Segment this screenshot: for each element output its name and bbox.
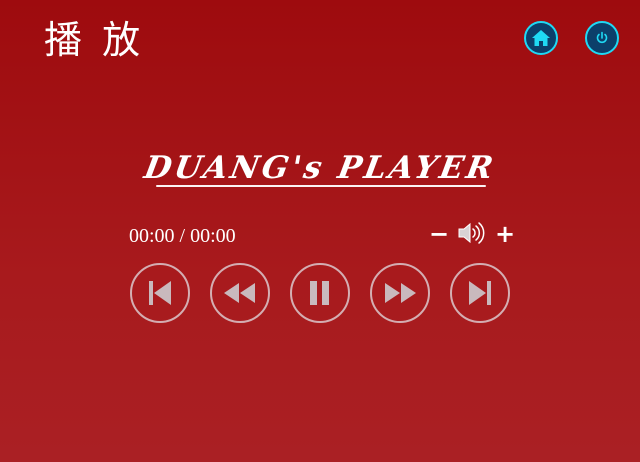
fast-forward-icon bbox=[385, 283, 416, 303]
fast-forward-button[interactable] bbox=[370, 263, 430, 323]
rewind-icon bbox=[224, 283, 255, 303]
player-title-underline bbox=[156, 185, 486, 187]
volume-down-button[interactable]: − bbox=[429, 220, 449, 248]
speaker-icon[interactable] bbox=[457, 221, 485, 245]
skip-to-end-icon bbox=[469, 281, 491, 305]
pause-icon bbox=[310, 281, 329, 305]
time-display: 00:00 / 00:00 bbox=[129, 225, 236, 247]
skip-to-start-button[interactable] bbox=[130, 263, 190, 323]
power-button[interactable] bbox=[585, 21, 619, 55]
skip-to-end-button[interactable] bbox=[450, 263, 510, 323]
power-icon bbox=[596, 31, 608, 44]
volume-up-button[interactable]: + bbox=[495, 220, 515, 248]
pause-button[interactable] bbox=[290, 263, 350, 323]
player-title: DUANG's PLAYER bbox=[141, 150, 499, 186]
skip-to-start-icon bbox=[149, 281, 171, 305]
page-title: 播 放 bbox=[44, 18, 145, 62]
rewind-button[interactable] bbox=[210, 263, 270, 323]
home-button[interactable] bbox=[524, 21, 558, 55]
home-icon bbox=[532, 30, 550, 46]
